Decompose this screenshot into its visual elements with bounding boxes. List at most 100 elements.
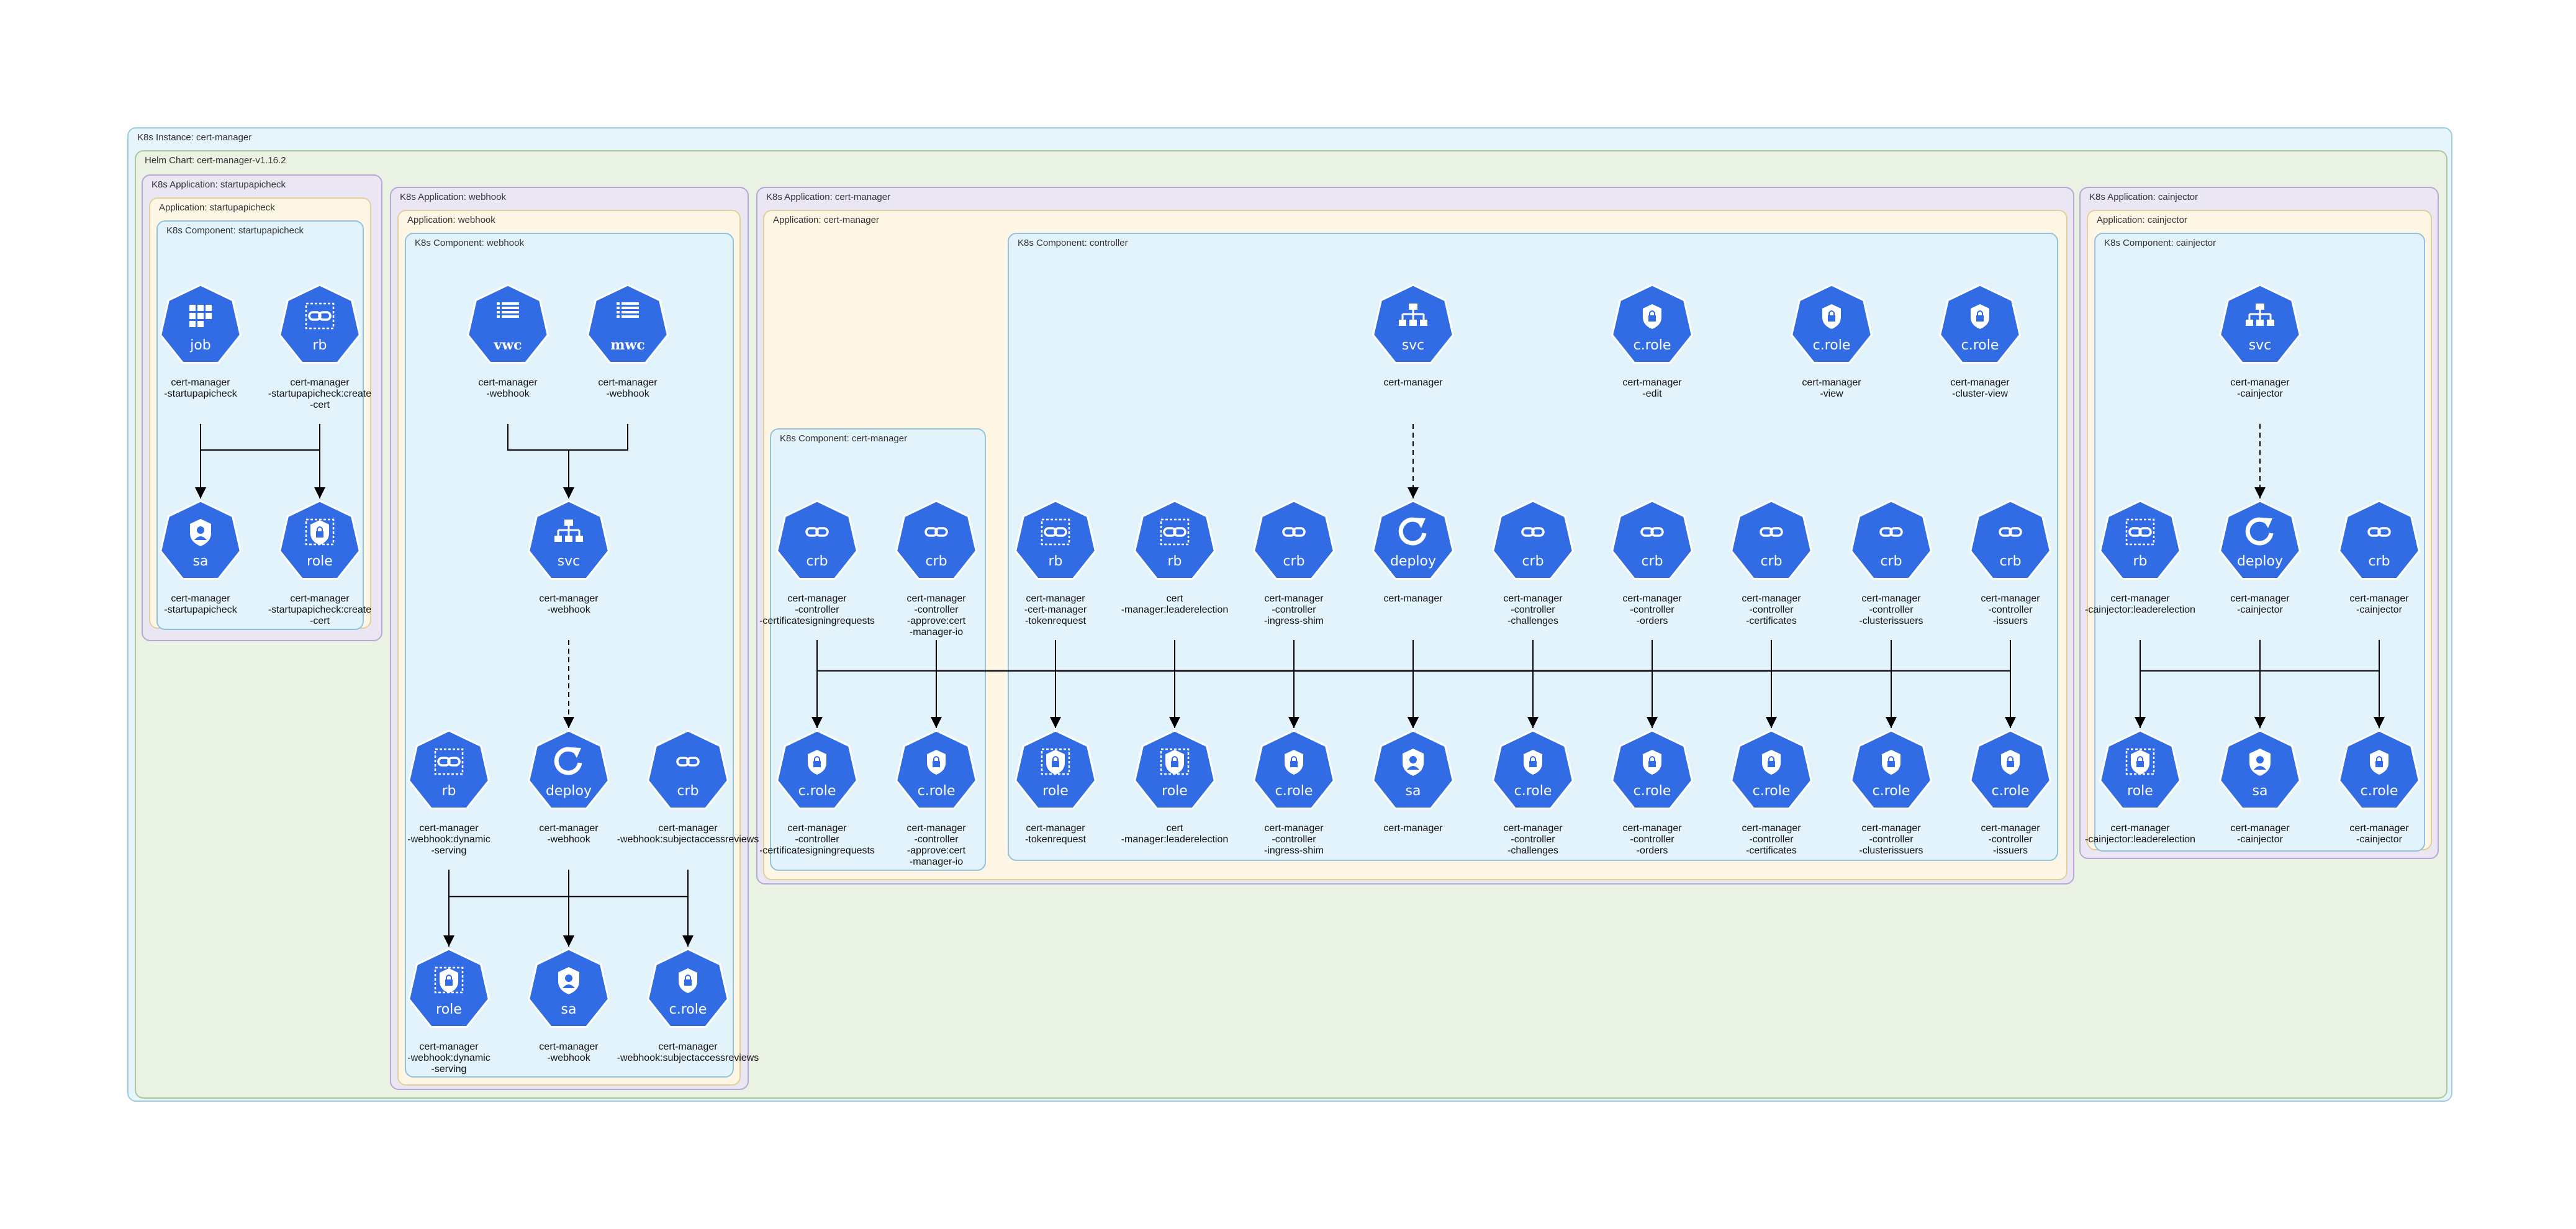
node-ci-crb[interactable]: crb cert-manager-cainjector [2338,500,2420,615]
node-wh-crb[interactable]: crb cert-manager-webhook:subjectaccessrev… [617,729,759,845]
node-name-line: -controller [1749,605,1794,615]
node-kind-label: c.role [669,1002,707,1017]
node-name-line: -cluster-view [1952,389,2008,399]
node-kind-label: sa [2253,783,2268,799]
node-name-line: -certificatesigningrequests [759,616,875,626]
node-cm-crole1[interactable]: c.role cert-manager-controller-certificat… [759,729,875,856]
node-name-line: -webhook:dynamic [407,1053,490,1063]
node-wh-vwc[interactable]: vwc cert-manager-webhook [467,284,549,399]
node-name-line: -controller [1511,605,1555,615]
node-ct-crole-ce[interactable]: c.role cert-manager-controller-certificat… [1730,729,1812,856]
node-ct-role1[interactable]: role cert-manager-tokenrequest [1015,729,1096,845]
node-ct-sa[interactable]: sa cert-manager [1372,729,1454,834]
node-name-line: -webhook [606,389,649,399]
edge-wh-rb-to-wh-sa [448,870,574,947]
node-wh-deploy[interactable]: deploy cert-manager-webhook [528,729,610,845]
node-ct-crole-iss[interactable]: c.role cert-manager-controller-issuers [1969,729,2051,856]
node-name-line: -cainjector:leaderelection [2085,834,2195,845]
node-ci-deploy[interactable]: deploy cert-manager-cainjector [2219,500,2301,615]
node-name-line: cert-manager [658,823,718,834]
node-spc-sa[interactable]: sa cert-manager-startupapicheck [160,500,242,615]
node-wh-mwc[interactable]: mwc cert-manager-webhook [587,284,669,399]
node-ct-crole-or[interactable]: c.role cert-manager-controller-orders [1611,729,1693,856]
node-name-line: -manager:leaderelection [1121,834,1229,845]
node-spc-job[interactable]: job cert-manager-startupapicheck [160,284,242,399]
node-wh-svc[interactable]: svc cert-manager-webhook [528,500,610,615]
node-name-line: cert-manager [906,593,966,604]
node-kind-label: svc [2249,338,2272,353]
node-ct-crb-ch[interactable]: crb cert-manager-controller-challenges [1492,500,1574,626]
node-name-line: cert-manager [2230,377,2290,388]
node-kind-label: crb [2368,554,2390,569]
node-ct-crb-ce[interactable]: crb cert-manager-controller-certificates [1730,500,1812,626]
node-ci-sa[interactable]: sa cert-manager-cainjector [2219,729,2301,845]
node-name-line: cert-manager [1950,377,2010,388]
node-name-line: cert-manager [290,593,350,604]
node-wh-role[interactable]: role cert-manager-webhook:dynamic-serving [407,948,490,1074]
node-name-line: -webhook [486,389,530,399]
node-ct-crb-is[interactable]: crb cert-manager-controller-ingress-shim [1253,500,1335,626]
node-kind-label: crb [806,554,828,569]
node-kind-label: crb [1760,554,1782,569]
node-cm-crole2[interactable]: c.role cert-manager-controller-approve:ce… [895,729,977,867]
node-name-line: -approve:cert [907,845,966,856]
node-name-line: cert-manager [419,823,479,834]
node-name-line: cert-manager [2349,593,2409,604]
node-name-line: cert-manager [2110,593,2170,604]
node-name-line: -startupapicheck:create [268,605,371,615]
node-wh-sa[interactable]: sa cert-manager-webhook [528,948,610,1063]
node-spc-rb[interactable]: rb cert-manager-startupapicheck:create-ce… [268,284,371,410]
edge-wh-vwc-to-wh-svc [507,424,574,498]
node-name-line: -controller [1988,834,2033,845]
node-spc-role[interactable]: role cert-manager-startupapicheck:create-… [268,500,371,626]
node-name-line: cert-manager [2349,823,2409,834]
node-kind-label: sa [193,554,209,569]
node-ct-crb-ci[interactable]: crb cert-manager-controller-clusterissuer… [1850,500,1932,626]
node-kind-label: c.role [1992,783,2030,799]
node-ci-svc[interactable]: svc cert-manager-cainjector [2219,284,2301,399]
node-name-line: cert-manager [1264,593,1324,604]
node-name-line: -controller [914,605,959,615]
node-ct-crb-iss[interactable]: crb cert-manager-controller-issuers [1969,500,2051,626]
node-name-line: -ingress-shim [1264,616,1324,626]
node-ct-svc[interactable]: svc cert-manager [1372,284,1454,388]
node-name-line: -challenges [1507,616,1558,626]
node-name-line: -cainjector [2237,605,2283,615]
node-name-line: -cert [310,400,330,410]
node-ci-crole[interactable]: c.role cert-manager-cainjector [2338,729,2420,845]
node-ct-crole-view[interactable]: c.role cert-manager-view [1791,284,1873,399]
node-ct-deploy[interactable]: deploy cert-manager [1372,500,1454,604]
node-name-line: -cert-manager [1024,605,1087,615]
node-wh-crole[interactable]: c.role cert-manager-webhook:subjectaccess… [617,948,759,1063]
node-name-line: -webhook:dynamic [407,834,490,845]
node-cm-crb2[interactable]: crb cert-manager-controller-approve:cert-… [895,500,977,637]
node-name-line: cert-manager [1026,593,1085,604]
node-kind-label: crb [1641,554,1663,569]
node-ci-rb[interactable]: rb cert-manager-cainjector:leaderelection [2085,500,2195,615]
node-ct-crb-or[interactable]: crb cert-manager-controller-orders [1611,500,1693,626]
node-kind-label: crb [1522,554,1543,569]
node-name-line: cert-manager [598,377,658,388]
node-ct-crole-ci[interactable]: c.role cert-manager-controller-clusteriss… [1850,729,1932,856]
node-name-line: -certificates [1746,616,1797,626]
node-ci-role[interactable]: role cert-manager-cainjector:leaderelecti… [2085,729,2195,845]
node-name-line: -certificates [1746,845,1797,856]
node-ct-crole-ch[interactable]: c.role cert-manager-controller-challenges [1492,729,1574,856]
node-cm-crb1[interactable]: crb cert-manager-controller-certificatesi… [759,500,875,626]
edge-ci-rb-to-ci-sa [2140,640,2266,728]
node-name-line: cert-manager [1622,377,1682,388]
node-ct-crole-is[interactable]: c.role cert-manager-controller-ingress-sh… [1253,729,1335,856]
edge-ct-rb1-to-ct-sa [1055,640,1419,728]
node-name-line: cert-manager [1026,823,1085,834]
node-ct-role2[interactable]: role cert-manager:leaderelection [1121,729,1229,845]
node-kind-label: c.role [1275,783,1313,799]
node-name-line: -manager:leaderelection [1121,605,1229,615]
node-name-line: cert-manager [171,593,230,604]
node-ct-rb2[interactable]: rb cert-manager:leaderelection [1121,500,1229,615]
node-name-line: -controller [1630,605,1674,615]
node-ct-crole-cview[interactable]: c.role cert-manager-cluster-view [1939,284,2021,399]
node-name-line: cert-manager [2110,823,2170,834]
node-wh-rb[interactable]: rb cert-manager-webhook:dynamic-serving [407,729,490,856]
node-ct-crole-edit[interactable]: c.role cert-manager-edit [1611,284,1693,399]
node-ct-rb1[interactable]: rb cert-manager-cert-manager-tokenrequest [1015,500,1096,626]
